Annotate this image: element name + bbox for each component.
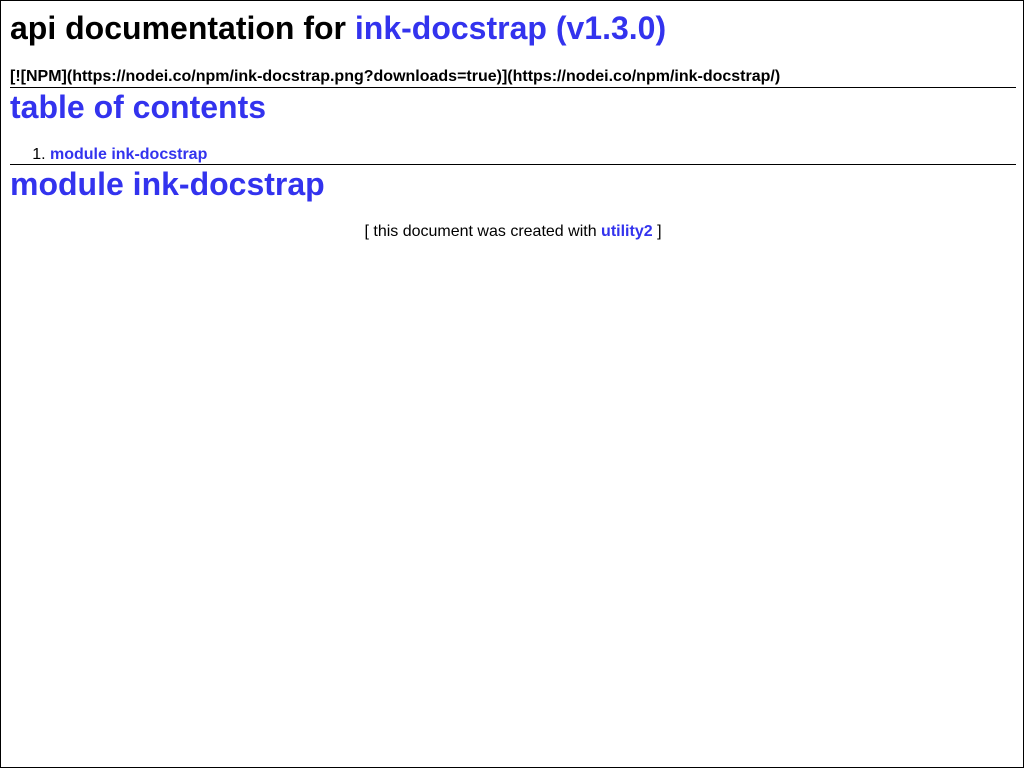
page-title-prefix: api documentation for [10,10,346,46]
module-heading-link[interactable]: module ink-docstrap [10,166,325,202]
footer: [ this document was created with utility… [10,223,1016,241]
toc-item-module-link[interactable]: module ink-docstrap [50,146,207,163]
utility2-link[interactable]: utility2 [601,223,653,240]
toc-list: module ink-docstrap [10,146,1016,164]
page-frame: api documentation for ink-docstrap (v1.3… [0,0,1024,768]
page-title: api documentation for ink-docstrap (v1.3… [10,1,1016,47]
footer-open-bracket: [ [364,223,369,240]
toc-heading-link[interactable]: table of contents [10,89,266,125]
module-heading: module ink-docstrap [10,165,1016,203]
footer-text: this document was created with [373,223,597,240]
toc-list-item: module ink-docstrap [50,146,1016,164]
npm-badge-markdown: [![NPM](https://nodei.co/npm/ink-docstra… [10,68,781,85]
document-content: api documentation for ink-docstrap (v1.3… [10,1,1016,241]
package-version-link[interactable]: ink-docstrap (v1.3.0) [355,10,666,46]
toc-heading: table of contents [10,88,1016,126]
footer-close-bracket: ] [657,223,662,240]
